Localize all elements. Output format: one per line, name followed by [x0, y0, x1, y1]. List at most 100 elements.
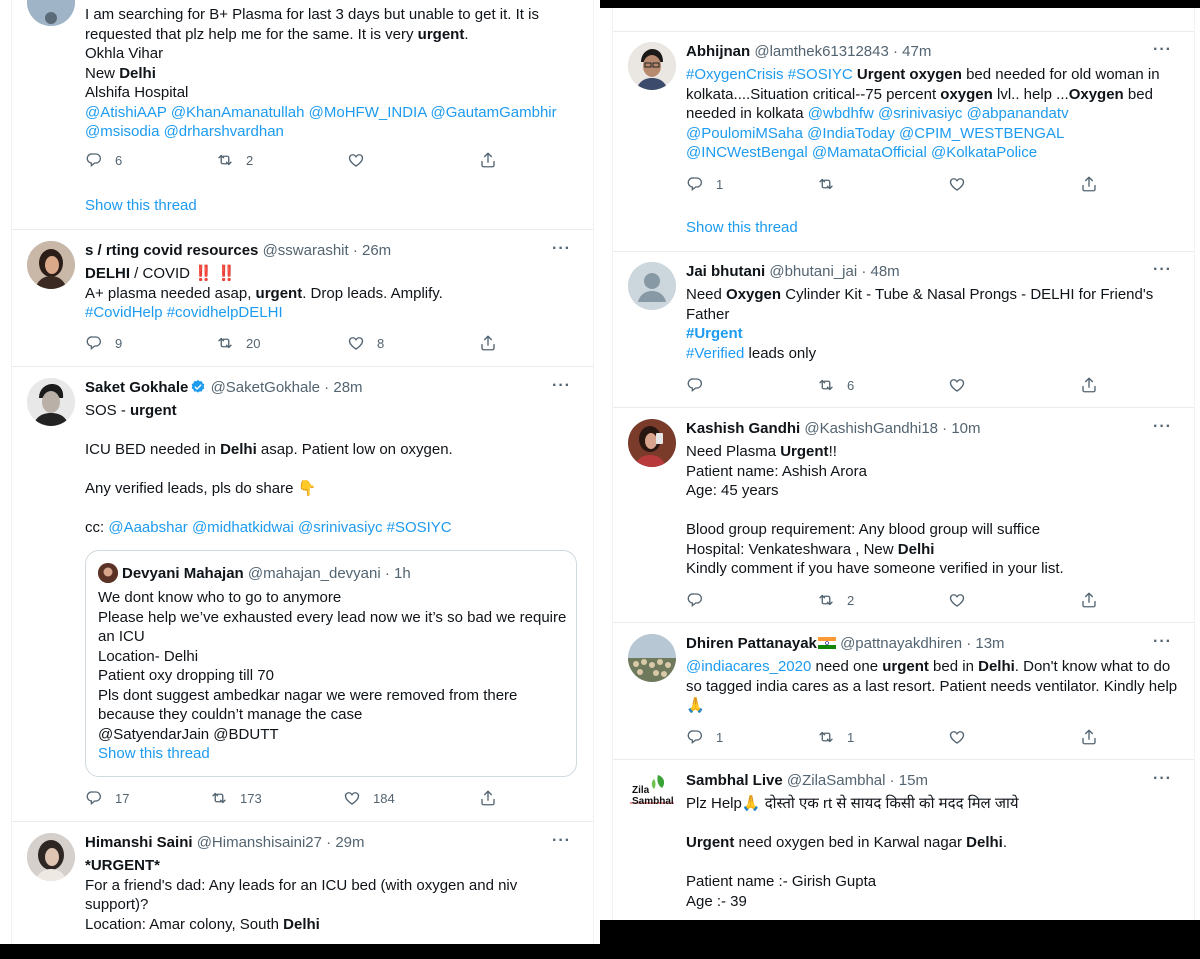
display-name[interactable]: Saket Gokhale	[85, 379, 188, 396]
share-button[interactable]	[1080, 376, 1110, 394]
avatar[interactable]	[27, 0, 75, 26]
text: ICU BED needed in	[85, 441, 221, 458]
tweet-zilasambhal[interactable]: Zila Sambhal Sambhal Live @ZilaSambhal · …	[613, 759, 1194, 920]
display-name[interactable]: Kashish Gandhi	[686, 420, 800, 437]
tweet-line: Pls dont suggest ambedkar nagar we were …	[98, 686, 518, 704]
more-options-icon[interactable]: ···	[1153, 771, 1172, 787]
like-button[interactable]: 8	[347, 334, 387, 352]
handle-time[interactable]: @sswarashit · 26m	[263, 242, 392, 259]
handle-time[interactable]: @SaketGokhale · 28m	[211, 379, 363, 396]
reply-button[interactable]: 6	[85, 151, 125, 169]
reply-button[interactable]: 9	[85, 334, 125, 352]
hashtag-bold[interactable]: #Urgent	[686, 325, 743, 342]
handle-time[interactable]: @KashishGandhi18 · 10m	[804, 420, 980, 437]
reply-button[interactable]	[686, 376, 726, 394]
display-name[interactable]: Jai bhutani	[686, 263, 765, 280]
tweet-actions: 6 2	[85, 151, 515, 171]
more-options-icon[interactable]: ···	[1153, 42, 1172, 58]
like-button[interactable]	[948, 591, 988, 609]
handle-time[interactable]: @ZilaSambhal · 15m	[787, 772, 928, 789]
share-button[interactable]	[1080, 591, 1110, 609]
mentions-line[interactable]: @msisodia @drharshvardhan	[85, 122, 577, 142]
retweet-button[interactable]: 6	[817, 376, 857, 394]
avatar[interactable]	[27, 378, 75, 426]
zila-sambhal-logo[interactable]: Zila Sambhal	[628, 771, 676, 819]
display-name[interactable]: Sambhal Live	[686, 772, 783, 789]
mentions[interactable]: @wbdhfw @srinivasiyc @abpanandatv	[808, 105, 1069, 122]
share-button[interactable]	[1080, 728, 1110, 746]
display-name[interactable]: Abhijnan	[686, 43, 750, 60]
text: bed needed for old woman in	[961, 66, 1160, 83]
tweet-actions: 9 20 8	[85, 334, 515, 354]
retweet-icon	[817, 728, 835, 746]
hashtag[interactable]: #Verified	[686, 345, 744, 362]
tweet-bhutani[interactable]: Jai bhutani @bhutani_jai · 48m ··· Need …	[613, 250, 1194, 408]
retweet-button[interactable]: 173	[210, 789, 262, 807]
avatar[interactable]	[628, 634, 676, 682]
display-name[interactable]: Dhiren Pattanayak	[686, 635, 817, 652]
hashtags[interactable]: #OxygenCrisis #SOSIYC	[686, 66, 853, 83]
display-name[interactable]: s / rting covid resources	[85, 242, 258, 259]
more-options-icon[interactable]: ···	[1153, 634, 1172, 650]
reply-button[interactable]: 1	[686, 175, 726, 193]
avatar	[98, 563, 118, 583]
retweet-button[interactable]	[817, 175, 857, 193]
display-name: Devyani Mahajan	[122, 564, 244, 582]
like-button[interactable]	[948, 728, 988, 746]
heart-icon	[347, 334, 365, 352]
show-thread-link[interactable]: Show this thread	[686, 219, 798, 236]
handle-time[interactable]: @Himanshisaini27 · 29m	[197, 834, 365, 851]
tweet-kashishgandhi[interactable]: Kashish Gandhi @KashishGandhi18 · 10m ··…	[613, 407, 1194, 623]
tweet-plasma-request[interactable]: I am searching for B+ Plasma for last 3 …	[12, 0, 593, 230]
handle-time[interactable]: @bhutani_jai · 48m	[769, 263, 899, 280]
show-thread-link[interactable]: Show this thread	[98, 744, 566, 764]
tweet-line: Age :- 39	[686, 892, 747, 910]
like-button[interactable]: 184	[343, 789, 395, 807]
retweet-button[interactable]: 1	[817, 728, 857, 746]
retweet-button[interactable]: 2	[216, 151, 256, 169]
like-button[interactable]	[347, 151, 387, 169]
mentions[interactable]: @Aaabshar @midhatkidwai @srinivasiyc #SO…	[108, 519, 451, 536]
more-options-icon[interactable]: ···	[1153, 262, 1172, 278]
hashtag-line[interactable]: #Urgent	[686, 324, 1178, 344]
retweet-count: 1	[847, 729, 855, 745]
hashtags-line[interactable]: #CovidHelp #covidhelpDELHI	[85, 303, 577, 323]
share-button[interactable]	[479, 789, 509, 807]
avatar[interactable]	[628, 419, 676, 467]
tweet-saketgokhale[interactable]: Saket Gokhale @SaketGokhale · 28m ··· SO…	[12, 366, 593, 822]
avatar[interactable]	[628, 42, 676, 90]
default-avatar-icon[interactable]	[628, 262, 676, 310]
like-button[interactable]	[948, 376, 988, 394]
quoted-tweet-card[interactable]: Devyani Mahajan @mahajan_devyani · 1h We…	[85, 550, 577, 777]
more-options-icon[interactable]: ···	[552, 833, 571, 849]
share-button[interactable]	[479, 334, 509, 352]
logo-text: Zila Sambhal	[632, 785, 674, 807]
handle-time[interactable]: @pattnayakdhiren · 13m	[840, 635, 1004, 652]
avatar[interactable]	[27, 833, 75, 881]
mentions-line[interactable]: @AtishiAAP @KhanAmanatullah @MoHFW_INDIA…	[85, 103, 577, 123]
show-thread-link[interactable]: Show this thread	[85, 197, 197, 214]
tweet-abhijnan[interactable]: Abhijnan @lamthek61312843 · 47m ··· #Oxy…	[613, 31, 1194, 252]
share-button[interactable]	[1080, 175, 1110, 193]
retweet-button[interactable]: 2	[817, 591, 857, 609]
more-options-icon[interactable]: ···	[552, 241, 571, 257]
reply-button[interactable]: 17	[85, 789, 129, 807]
avatar[interactable]	[27, 241, 75, 289]
like-button[interactable]	[948, 175, 988, 193]
reply-button[interactable]	[686, 591, 726, 609]
reply-button[interactable]: 1	[686, 728, 726, 746]
more-options-icon[interactable]: ···	[552, 378, 571, 394]
retweet-button[interactable]: 20	[216, 334, 260, 352]
tweet-sswarashit[interactable]: s / rting covid resources @sswarashit · …	[12, 229, 593, 367]
display-name[interactable]: Himanshi Saini	[85, 834, 193, 851]
mention[interactable]: @indiacares_2020	[686, 658, 811, 675]
handle-time[interactable]: @lamthek61312843 · 47m	[754, 43, 931, 60]
tweet-himanshisaini[interactable]: Himanshi Saini @Himanshisaini27 · 29m ··…	[12, 821, 593, 944]
tweet-header: Dhiren Pattanayak @pattnayakdhiren · 13m	[686, 634, 1178, 654]
share-button[interactable]	[479, 151, 509, 169]
mentions-line[interactable]: @INCWestBengal @MamataOfficial @KolkataP…	[686, 143, 1178, 163]
more-options-icon[interactable]: ···	[1153, 419, 1172, 435]
tweet-dhirenpattanayak[interactable]: Dhiren Pattanayak @pattnayakdhiren · 13m…	[613, 622, 1194, 760]
tweet-line: Age: 45 years	[686, 482, 779, 499]
mentions-line[interactable]: @PoulomiMSaha @IndiaToday @CPIM_WESTBENG…	[686, 124, 1178, 144]
